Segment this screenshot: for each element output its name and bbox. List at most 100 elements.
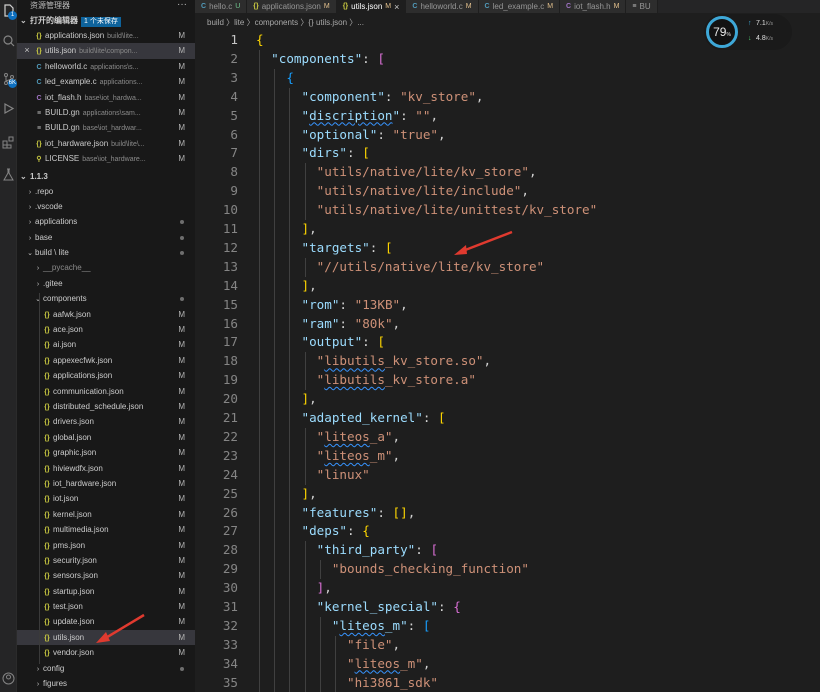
tab-utils-json[interactable]: {} utils.json M × xyxy=(336,0,407,13)
folder-item[interactable]: › figures xyxy=(17,676,195,691)
open-editor-item[interactable]: {} iot_hardware.json build\lite\... M xyxy=(17,136,195,151)
code-editor[interactable]: 1{2 "components": [3 {4 "component": "kv… xyxy=(195,31,820,692)
code-token: "liteos_m" xyxy=(316,447,393,463)
item-name: test.json xyxy=(53,602,83,612)
item-name: iot_hardware.json xyxy=(53,478,117,488)
file-item[interactable]: {} sensors.json M xyxy=(17,568,195,583)
line-number: 23 xyxy=(222,447,238,463)
folder-item[interactable]: › applications xyxy=(17,214,195,229)
folder-item[interactable]: › .gitee xyxy=(17,276,195,291)
folder-item[interactable]: › base xyxy=(17,230,195,245)
line-number: 34 xyxy=(222,655,238,671)
git-status-badge: M xyxy=(178,540,185,550)
file-item[interactable]: {} aafwk.json M xyxy=(17,307,195,322)
source-control-icon[interactable]: 6K xyxy=(2,72,17,88)
git-status-badge: M xyxy=(178,448,185,458)
file-item[interactable]: {} global.json M xyxy=(17,430,195,445)
tab-bu[interactable]: ≡ BU xyxy=(626,0,658,13)
item-name: kernel.json xyxy=(53,509,92,519)
file-item[interactable]: {} iot.json M xyxy=(17,491,195,506)
file-item[interactable]: {} ai.json M xyxy=(17,337,195,352)
tab-iot-flash-h[interactable]: Ciot_flash.h M xyxy=(560,0,627,13)
file-item[interactable]: {} drivers.json M xyxy=(17,414,195,429)
file-item[interactable]: {} appexecfwk.json M xyxy=(17,353,195,368)
file-item[interactable]: {} ace.json M xyxy=(17,322,195,337)
code-text: "liteos_m": [ xyxy=(256,617,431,636)
json-file-icon: {} xyxy=(44,342,50,350)
code-text: "components": [ xyxy=(256,50,385,69)
json-file-icon: {} xyxy=(44,619,50,627)
folder-item[interactable]: ⌄ components xyxy=(17,291,195,306)
file-path: applications... xyxy=(99,79,143,87)
code-text: "bounds_checking_function" xyxy=(256,560,529,579)
code-token: ] xyxy=(301,221,310,236)
open-editor-item[interactable]: Chelloworld.c applications\s... M xyxy=(17,59,195,74)
search-icon[interactable] xyxy=(2,34,15,47)
folder-item[interactable]: › __pycache__ xyxy=(17,260,195,275)
git-status-badge: M xyxy=(178,463,185,473)
folder-item[interactable]: › config xyxy=(17,661,195,676)
json-file-icon: {} xyxy=(44,450,50,458)
tab-led-example-c[interactable]: Cled_example.c M xyxy=(478,0,561,13)
open-editor-item[interactable]: ⚲ LICENSE base\iot_hardware... M xyxy=(17,151,195,166)
open-editor-item[interactable]: {} applications.json build\lite... M xyxy=(17,28,195,43)
folder-item[interactable]: ⌄ build \ lite xyxy=(17,245,195,260)
file-item[interactable]: {} multimedia.json M xyxy=(17,522,195,537)
file-item[interactable]: {} graphic.json M xyxy=(17,445,195,460)
run-debug-icon[interactable] xyxy=(2,102,15,115)
explorer-icon[interactable]: 1 xyxy=(2,4,17,20)
folder-item[interactable]: › .repo xyxy=(17,184,195,199)
explorer-sidebar: 资源管理器 ··· ⌄ 打开的编辑器 1 个未保存 {} applications.j… xyxy=(17,0,195,692)
folder-item[interactable]: › .vscode xyxy=(17,199,195,214)
more-actions-button[interactable]: ··· xyxy=(177,0,187,10)
git-status-badge: M xyxy=(178,340,185,350)
extensions-icon[interactable] xyxy=(2,136,15,149)
workspace-header[interactable]: ⌄ 1.1.3 xyxy=(17,169,195,184)
file-item[interactable]: {} iot_hardware.json M xyxy=(17,476,195,491)
file-item[interactable]: {} pms.json M xyxy=(17,538,195,553)
file-item[interactable]: {} kernel.json M xyxy=(17,507,195,522)
code-token: : xyxy=(384,88,393,104)
tab-applications-json[interactable]: {} applications.json M xyxy=(247,0,337,13)
open-editor-item[interactable]: ≡ BUILD.gn applications\sam... M xyxy=(17,105,195,120)
code-token: , xyxy=(309,485,317,501)
file-item[interactable]: {} applications.json M xyxy=(17,368,195,383)
code-token: "adapted_kernel" xyxy=(301,410,423,425)
breadcrumb[interactable]: build 〉lite 〉components 〉{} utils.json 〉… xyxy=(207,16,364,30)
code-token: "utils/native/lite/kv_store" xyxy=(316,164,529,180)
close-icon[interactable]: × xyxy=(21,43,33,58)
file-item[interactable]: {} vendor.json M xyxy=(17,645,195,660)
file-item[interactable]: {} distributed_schedule.json M xyxy=(17,399,195,414)
git-status-badge: M xyxy=(178,571,185,581)
file-name: BUILD.gn xyxy=(45,123,80,133)
json-file-icon: {} xyxy=(44,604,50,612)
chevron-right-icon: › xyxy=(36,665,40,673)
testing-icon[interactable] xyxy=(2,168,15,181)
item-name: base xyxy=(35,232,53,242)
code-text: "optional": "true", xyxy=(256,126,446,145)
account-icon[interactable] xyxy=(2,672,15,685)
file-item[interactable]: {} hiviewdfx.json M xyxy=(17,461,195,476)
code-token: "hi3861_sdk" xyxy=(347,674,438,690)
file-item[interactable]: {} startup.json M xyxy=(17,584,195,599)
file-item[interactable]: {} communication.json M xyxy=(17,384,195,399)
tab-label: led_example.c xyxy=(492,1,545,11)
tab-label: helloworld.c xyxy=(420,1,463,11)
tab-helloworld-c[interactable]: Chelloworld.c M xyxy=(406,0,479,13)
item-name: iot.json xyxy=(53,494,79,504)
git-status-badge: M xyxy=(178,525,185,535)
tab-hello-c[interactable]: Chello.c U xyxy=(195,0,248,13)
upload-arrow-icon: ↑ xyxy=(748,20,752,27)
performance-widget[interactable]: 79% ↑ 7.1K/s ↓ 4.8K/s xyxy=(704,14,792,50)
file-item[interactable]: {} security.json M xyxy=(17,553,195,568)
open-editor-item[interactable]: ≡ BUILD.gn base\iot_hardwar... M xyxy=(17,120,195,135)
close-icon[interactable]: × xyxy=(394,1,399,13)
open-editors-header[interactable]: ⌄ 打开的编辑器 1 个未保存 xyxy=(17,13,195,28)
open-editor-item[interactable]: Cled_example.c applications... M xyxy=(17,74,195,89)
modified-dot-icon xyxy=(180,220,184,225)
line-number: 21 xyxy=(222,410,238,425)
item-name: hiviewdfx.json xyxy=(53,463,103,473)
open-editor-item[interactable]: ×{} utils.json build\lite\compon... M xyxy=(17,43,195,59)
open-editor-item[interactable]: Ciot_flash.h base\iot_hardwa... M xyxy=(17,90,195,105)
